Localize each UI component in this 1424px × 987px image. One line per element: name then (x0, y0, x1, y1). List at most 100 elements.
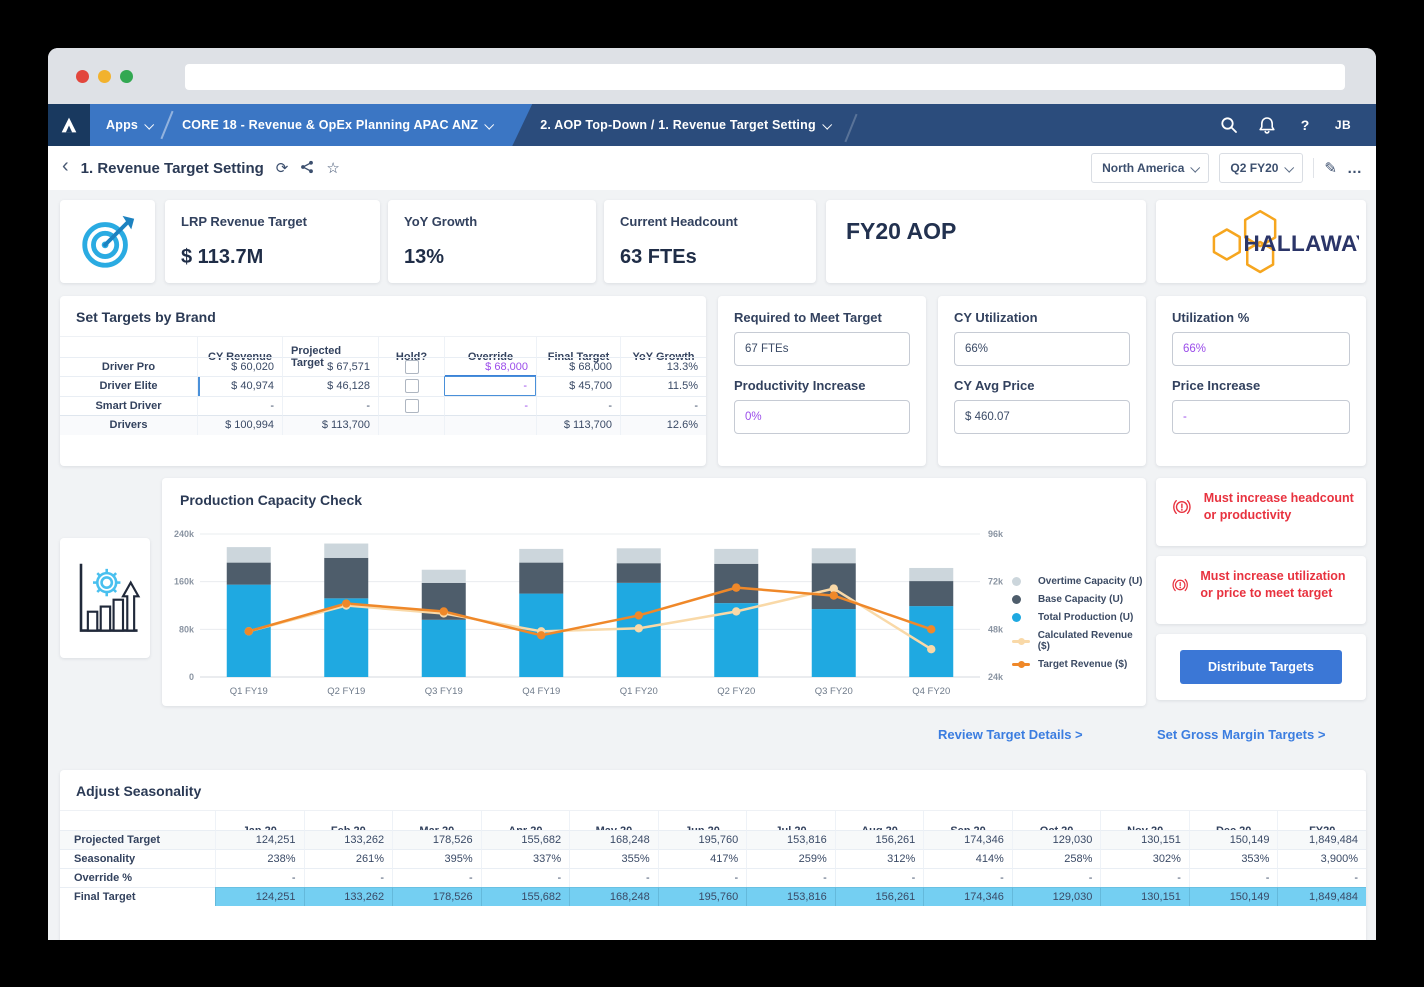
grid-cell[interactable]: 417% (658, 849, 747, 868)
maximize-window-button[interactable] (120, 70, 133, 83)
override-cell[interactable]: $ 68,000 (444, 357, 536, 377)
grid-cell[interactable]: 168,248 (569, 887, 658, 906)
grid-cell[interactable]: $ 60,020 (197, 357, 282, 377)
grid-cell[interactable]: $ 68,000 (536, 357, 620, 377)
grid-cell[interactable]: - (1277, 868, 1366, 887)
grid-cell[interactable]: $ 46,128 (282, 376, 378, 396)
search-icon[interactable] (1210, 104, 1248, 146)
grid-cell[interactable]: 355% (569, 849, 658, 868)
grid-cell[interactable]: 156,261 (835, 830, 924, 849)
grid-cell[interactable]: 130,151 (1100, 887, 1189, 906)
set-gross-margin-targets-link[interactable]: Set Gross Margin Targets > (1157, 727, 1325, 742)
grid-cell[interactable]: 133,262 (304, 830, 393, 849)
grid-cell[interactable]: 130,151 (1100, 830, 1189, 849)
row-header[interactable]: Driver Elite (60, 376, 197, 396)
grid-cell[interactable]: 129,030 (1012, 830, 1101, 849)
grid-cell[interactable]: 414% (923, 849, 1012, 868)
grid-cell[interactable]: 3,900% (1277, 849, 1366, 868)
grid-cell[interactable]: 155,682 (481, 887, 570, 906)
grid-cell[interactable]: 12.6% (620, 415, 706, 435)
grid-cell[interactable]: $ 67,571 (282, 357, 378, 377)
grid-cell[interactable]: $ 113,700 (282, 415, 378, 435)
grid-cell[interactable]: 258% (1012, 849, 1101, 868)
grid-cell[interactable]: - (1012, 868, 1101, 887)
grid-cell[interactable]: 261% (304, 849, 393, 868)
grid-cell[interactable]: 150,149 (1189, 830, 1278, 849)
grid-cell[interactable]: $ 45,700 (536, 376, 620, 396)
grid-cell[interactable]: 1,849,484 (1277, 887, 1366, 906)
hold-checkbox[interactable] (405, 360, 419, 374)
grid-cell[interactable]: 174,346 (923, 887, 1012, 906)
review-target-details-link[interactable]: Review Target Details > (938, 727, 1083, 742)
grid-cell[interactable]: 124,251 (215, 887, 304, 906)
anaplan-logo-icon[interactable] (48, 104, 90, 146)
grid-cell[interactable]: - (215, 868, 304, 887)
field-input[interactable]: 0% (734, 400, 910, 434)
grid-cell[interactable]: 178,526 (392, 887, 481, 906)
field-input[interactable]: - (1172, 400, 1350, 434)
grid-cell[interactable]: 195,760 (658, 887, 747, 906)
notifications-bell-icon[interactable] (1248, 104, 1286, 146)
edit-pencil-icon[interactable]: ✎ (1324, 161, 1337, 176)
grid-cell[interactable]: 153,816 (746, 887, 835, 906)
grid-cell[interactable]: - (1100, 868, 1189, 887)
share-icon[interactable] (300, 160, 314, 177)
grid-cell[interactable]: - (658, 868, 747, 887)
user-avatar[interactable]: JB (1324, 104, 1362, 146)
grid-cell[interactable]: - (835, 868, 924, 887)
override-cell[interactable] (444, 415, 536, 435)
region-selector-dropdown[interactable]: North America (1091, 153, 1209, 183)
minimize-window-button[interactable] (98, 70, 111, 83)
row-header[interactable]: Final Target (60, 887, 215, 906)
grid-cell[interactable]: $ 40,974 (197, 376, 282, 396)
row-header[interactable]: Projected Target (60, 830, 215, 849)
grid-cell[interactable]: 178,526 (392, 830, 481, 849)
grid-cell[interactable]: 11.5% (620, 376, 706, 396)
grid-cell[interactable]: - (392, 868, 481, 887)
refresh-icon[interactable]: ⟳ (276, 161, 289, 176)
back-chevron-icon[interactable]: ‹ (62, 155, 69, 178)
row-header[interactable]: Override % (60, 868, 215, 887)
field-input[interactable]: $ 460.07 (954, 400, 1130, 434)
grid-cell[interactable]: 124,251 (215, 830, 304, 849)
grid-cell[interactable]: 395% (392, 849, 481, 868)
grid-cell[interactable]: $ 100,994 (197, 415, 282, 435)
grid-cell[interactable]: - (746, 868, 835, 887)
help-icon[interactable]: ? (1286, 104, 1324, 146)
grid-cell[interactable]: - (481, 868, 570, 887)
field-input[interactable]: 67 FTEs (734, 332, 910, 366)
model-breadcrumb[interactable]: CORE 18 - Revenue & OpEx Planning APAC A… (176, 104, 498, 146)
grid-cell[interactable]: 133,262 (304, 887, 393, 906)
grid-cell[interactable]: 302% (1100, 849, 1189, 868)
hold-checkbox[interactable] (405, 379, 419, 393)
grid-cell[interactable]: 153,816 (746, 830, 835, 849)
grid-cell[interactable]: 155,682 (481, 830, 570, 849)
field-input[interactable]: 66% (954, 332, 1130, 366)
grid-cell[interactable]: 1,849,484 (1277, 830, 1366, 849)
override-cell[interactable]: - (444, 376, 536, 396)
grid-cell[interactable]: 13.3% (620, 357, 706, 377)
grid-cell[interactable]: - (620, 396, 706, 416)
grid-cell[interactable]: $ 113,700 (536, 415, 620, 435)
grid-cell[interactable]: - (1189, 868, 1278, 887)
hold-checkbox[interactable] (405, 399, 419, 413)
grid-cell[interactable]: 337% (481, 849, 570, 868)
grid-cell[interactable]: - (304, 868, 393, 887)
distribute-targets-button[interactable]: Distribute Targets (1180, 650, 1342, 684)
url-bar[interactable] (185, 64, 1345, 90)
apps-menu[interactable]: Apps (100, 104, 158, 146)
row-header[interactable]: Seasonality (60, 849, 215, 868)
field-input[interactable]: 66% (1172, 332, 1350, 366)
grid-cell[interactable]: 156,261 (835, 887, 924, 906)
row-header[interactable]: Smart Driver (60, 396, 197, 416)
grid-cell[interactable]: 129,030 (1012, 887, 1101, 906)
grid-cell[interactable]: 168,248 (569, 830, 658, 849)
close-window-button[interactable] (76, 70, 89, 83)
grid-cell[interactable]: 174,346 (923, 830, 1012, 849)
grid-cell[interactable]: - (282, 396, 378, 416)
grid-cell[interactable]: 195,760 (658, 830, 747, 849)
grid-cell[interactable]: 353% (1189, 849, 1278, 868)
favorite-star-icon[interactable]: ☆ (326, 161, 339, 176)
override-cell[interactable]: - (444, 396, 536, 416)
grid-cell[interactable]: 238% (215, 849, 304, 868)
